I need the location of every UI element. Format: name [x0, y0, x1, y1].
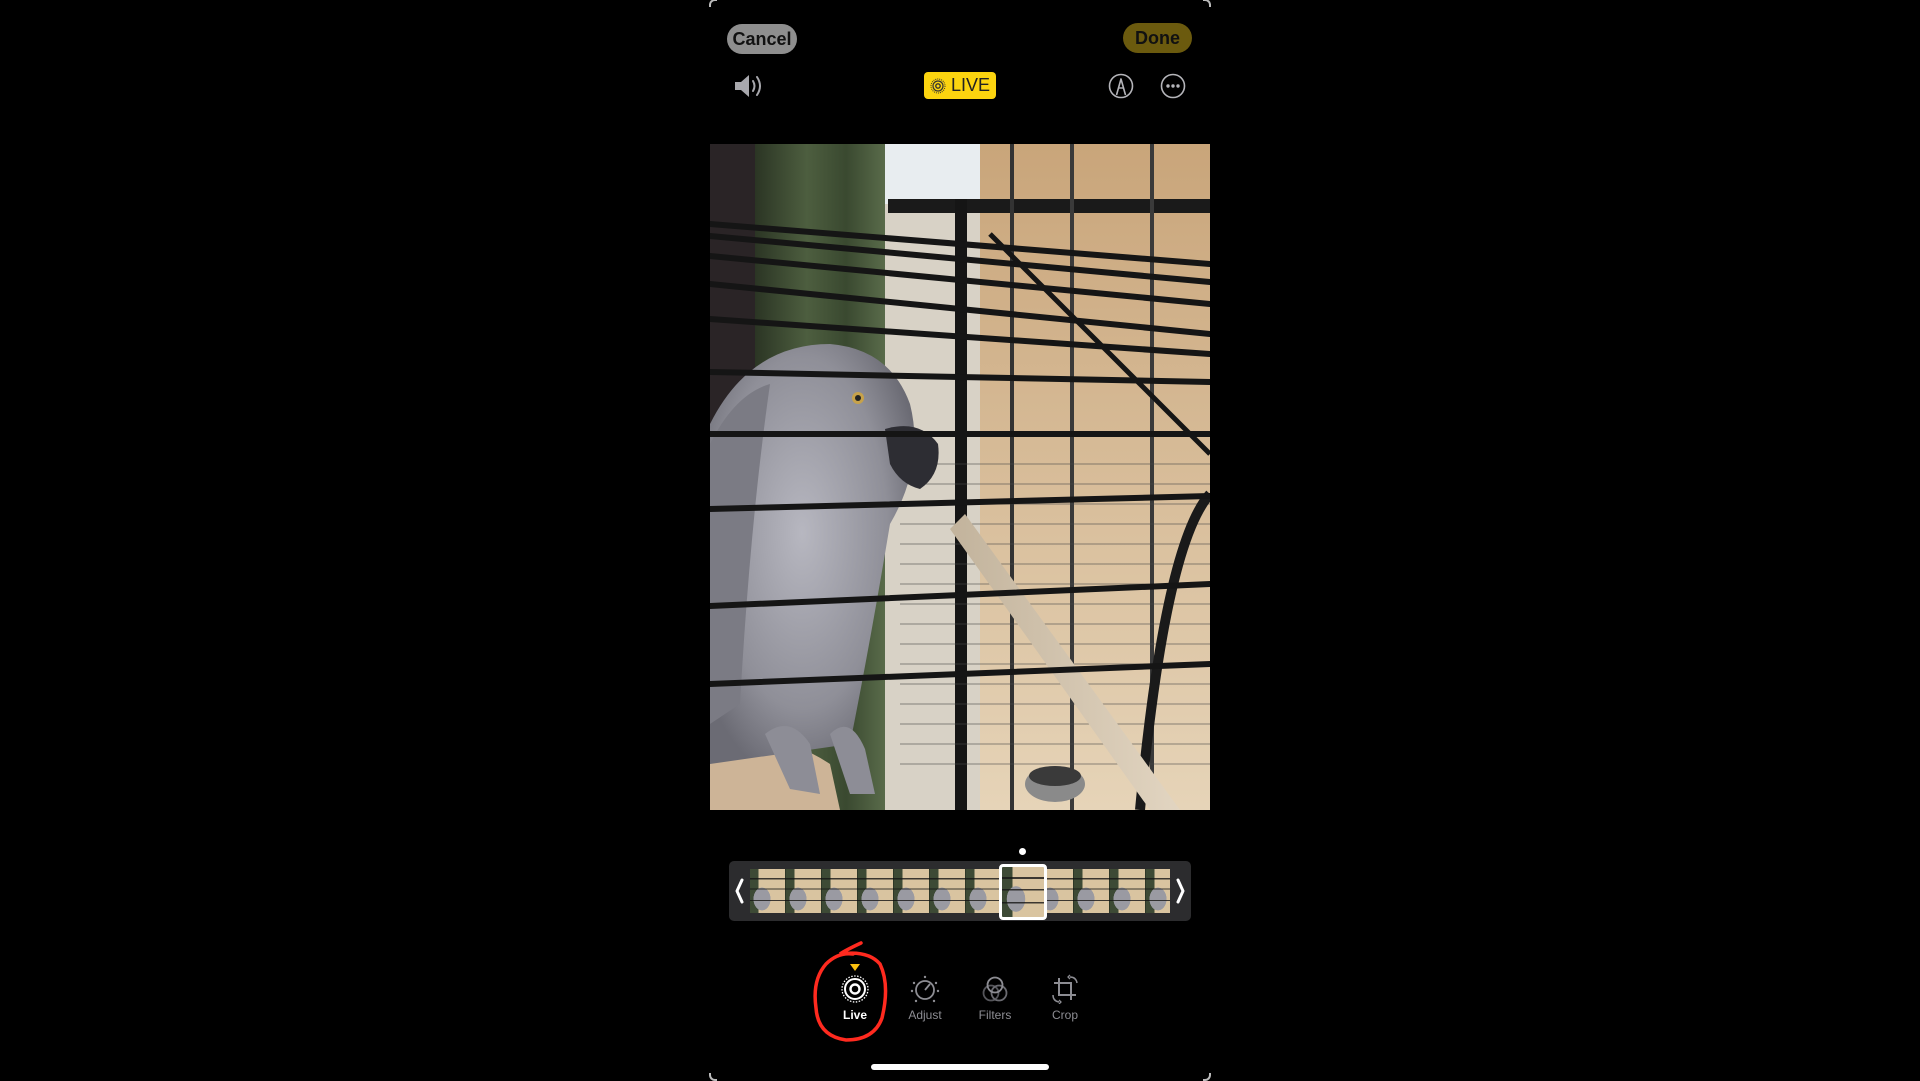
parrot-photo [710, 144, 1210, 810]
active-tool-indicator [850, 964, 860, 971]
frame-thumbnail[interactable] [858, 869, 894, 913]
tool-label: Live [842, 1008, 867, 1022]
more-options-button[interactable] [1160, 73, 1186, 99]
frame-thumbnail[interactable] [966, 869, 1002, 913]
filters-circles-icon [982, 976, 1008, 1002]
frame-thumbnail[interactable] [750, 869, 786, 913]
trim-start-handle[interactable] [729, 861, 749, 921]
tool-crop[interactable]: Crop [1035, 974, 1095, 1022]
frame-thumbnail[interactable] [1110, 869, 1146, 913]
frame-thumbnail[interactable] [894, 869, 930, 913]
speaker-wave-icon [735, 75, 761, 97]
markup-pen-icon [1108, 73, 1134, 99]
done-button[interactable]: Done [1123, 23, 1192, 53]
tool-label: Crop [1051, 1008, 1078, 1022]
adjust-dial-icon [910, 975, 940, 1003]
chevron-left-icon [735, 878, 744, 904]
chevron-right-icon [1176, 878, 1185, 904]
screen-corner [709, 0, 717, 7]
tool-live[interactable]: Live [825, 974, 885, 1022]
photo-preview [710, 144, 1210, 810]
sound-toggle-button[interactable] [732, 72, 764, 100]
trim-end-handle[interactable] [1171, 861, 1191, 921]
tool-adjust[interactable]: Adjust [895, 974, 955, 1022]
live-photo-icon [841, 975, 869, 1003]
live-photo-icon [930, 78, 946, 93]
key-photo-indicator [1019, 848, 1026, 855]
frame-thumbnail[interactable] [786, 869, 822, 913]
frame-thumbnail[interactable] [930, 869, 966, 913]
crop-rotate-icon [1052, 974, 1078, 1004]
tool-label: Filters [978, 1008, 1012, 1022]
tool-filters[interactable]: Filters [965, 974, 1025, 1022]
frame-thumbnail[interactable] [822, 869, 858, 913]
ellipsis-circle-icon [1160, 73, 1186, 99]
cancel-button[interactable]: Cancel [727, 24, 797, 54]
markup-button[interactable] [1108, 73, 1134, 99]
frame-thumbnail[interactable] [1074, 869, 1110, 913]
frame-thumbnails [750, 869, 1170, 913]
screen-corner [1203, 0, 1211, 7]
live-badge-label: LIVE [950, 75, 991, 95]
home-indicator[interactable] [871, 1064, 1049, 1070]
live-toggle-badge[interactable]: LIVE [924, 72, 996, 99]
frame-thumbnail[interactable] [1146, 869, 1170, 913]
live-photo-filmstrip[interactable] [729, 861, 1191, 921]
edit-toolbar: Live Adjust Filters Crop [710, 960, 1210, 1040]
selected-frame-scrubber[interactable] [999, 864, 1047, 920]
tool-label: Adjust [908, 1008, 942, 1022]
photo-editor-screen: Cancel Done LIVE Live Adjust Filters Cro… [709, 0, 1211, 1081]
